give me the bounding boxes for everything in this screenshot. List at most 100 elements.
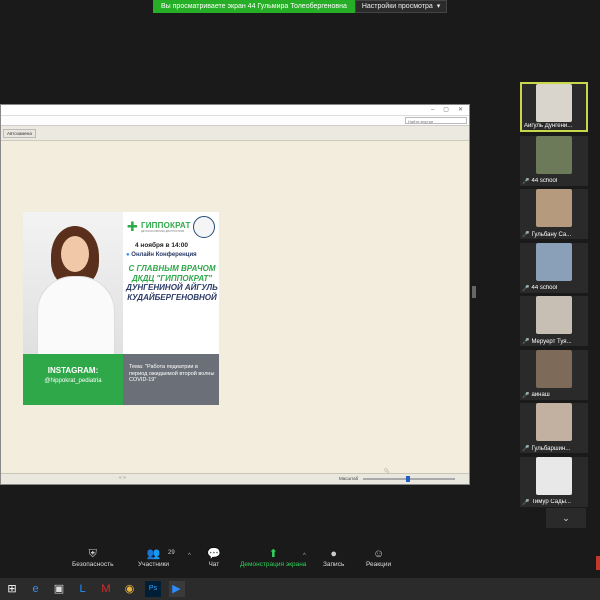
meeting-toolbar: ⛨ Безопасность 👥 29 Участники ^ 💬 Чат ⬆ … — [0, 540, 600, 578]
page-nav-arrows[interactable]: « » — [119, 475, 126, 481]
reactions-button[interactable]: ☺ Реакции — [366, 548, 391, 568]
participant-label: 🎤 44 school — [522, 285, 557, 292]
share-caret-icon[interactable]: ^ — [303, 553, 306, 559]
chrome-icon[interactable]: ◉ — [122, 581, 138, 597]
mic-muted-icon: 🎤 — [522, 499, 530, 506]
participant-video — [536, 349, 572, 388]
record-label: Запись — [323, 561, 345, 568]
event-type: ● Онлайн Конференция — [126, 252, 197, 258]
photo-face — [61, 236, 89, 272]
autocorrect-button[interactable]: Автозамена — [3, 129, 36, 138]
ribbon-search-input[interactable]: Найти внутри — [405, 117, 467, 124]
mic-muted-icon: 🎤 — [522, 392, 530, 399]
participant-label: Айгуль Дунгени... — [524, 123, 572, 129]
ribbon-subbar: Автозамена — [1, 126, 469, 141]
mic-muted-icon: 🎤 — [522, 232, 530, 238]
zoom-icon[interactable]: ▶ — [168, 581, 185, 597]
participant-video — [536, 135, 572, 174]
participant-name: Тимур Сады... — [531, 499, 571, 505]
instagram-handle: @hippokrat_pediatria — [44, 378, 102, 384]
share-screen-button[interactable]: ⬆ Демонстрация экрана — [240, 548, 306, 568]
participant-video — [536, 296, 572, 334]
minimize-icon[interactable]: – — [431, 105, 434, 115]
mouse-cursor-icon: ↖ — [384, 468, 390, 475]
mic-muted-icon: 🎤 — [522, 339, 530, 345]
participant-label: 🎤 Тимур Сады... — [522, 499, 571, 506]
chat-button[interactable]: 💬 Чат — [207, 548, 221, 568]
participant-tile[interactable]: 🎤 Гульбану Са... — [520, 189, 588, 239]
shield-icon: ⛨ — [88, 548, 97, 560]
zoom-logo-icon: ● — [126, 252, 130, 258]
participants-caret-icon[interactable]: ^ — [188, 553, 191, 559]
participant-tile[interactable]: 🎤 Тимур Сады... — [520, 456, 588, 507]
record-button[interactable]: ● Запись — [323, 548, 344, 568]
participant-name: айнаш — [531, 392, 550, 398]
participant-label: 🎤 Гульбану Са... — [522, 231, 571, 239]
participant-name: Айгуль Дунгени... — [524, 123, 573, 129]
participant-video — [536, 456, 572, 495]
zoom-slider[interactable] — [363, 476, 455, 482]
participant-video — [536, 84, 572, 122]
participant-label: 🎤 Гульбаршин... — [522, 445, 571, 453]
participant-tile[interactable]: 🎤 44 school — [520, 135, 588, 186]
notification-edge — [596, 556, 600, 570]
instagram-block: INSTAGRAM: @hippokrat_pediatria — [23, 354, 123, 405]
participant-name: 44 school — [531, 178, 558, 184]
photoshop-icon[interactable]: Ps — [145, 581, 161, 597]
participant-label: 🎤 Меруерт Туя... — [522, 338, 572, 346]
shared-screen-window: – ▢ ✕ Найти внутри Автозамена ✚ ГИППОКРА… — [0, 104, 470, 485]
participant-tile[interactable]: 🎤 Гульбаршин... — [520, 403, 588, 453]
ribbon-bar: Найти внутри — [1, 116, 469, 126]
brand-name: ГИППОКРАТ — [141, 221, 191, 230]
participants-count: 29 — [168, 550, 175, 556]
participant-name: Гульбаршин... — [531, 445, 571, 452]
chat-bubble-icon: 💬 — [207, 548, 221, 560]
participants-button[interactable]: 👥 29 Участники — [138, 548, 175, 568]
close-icon[interactable]: ✕ — [458, 105, 463, 115]
scroll-down-button[interactable]: ⌄ — [546, 508, 586, 528]
participant-video — [536, 403, 572, 441]
participant-tile[interactable]: 🎤 Меруерт Туя... — [520, 296, 588, 346]
participant-label: 🎤 айнаш — [522, 392, 550, 399]
share-banner: Вы просматриваете экран 44 Гульмира Толе… — [153, 0, 448, 13]
mic-muted-icon: 🎤 — [522, 446, 530, 452]
participant-video — [536, 242, 572, 281]
zoom-slider-knob[interactable] — [406, 476, 411, 482]
maximize-icon[interactable]: ▢ — [443, 105, 449, 115]
lync-icon[interactable]: L — [75, 581, 91, 597]
edge-icon[interactable]: e — [28, 581, 44, 597]
poster-headline: С ГЛАВНЫМ ВРАЧОМ ДКДЦ "ГИППОКРАТ" ДУНГЕН… — [125, 264, 219, 302]
status-bar: « » Масштаб — [1, 473, 469, 484]
hippokrat-logo: ✚ ГИППОКРАТ ДЕТСКАЯ КЛИНИКА ДИАГНОСТИКИ — [125, 216, 217, 238]
windows-logo-icon[interactable]: ⊞ — [4, 581, 20, 597]
brand-tagline: ДЕТСКАЯ КЛИНИКА ДИАГНОСТИКИ — [141, 230, 185, 233]
participant-tile[interactable]: 🎤 44 school — [520, 242, 588, 293]
event-date: 4 ноября в 14:00 — [135, 242, 188, 249]
store-icon[interactable]: ▣ — [51, 581, 67, 597]
split-drag-handle[interactable] — [472, 286, 476, 298]
smiley-icon: ☺ — [372, 548, 385, 560]
chevron-down-icon: ▾ — [436, 3, 441, 10]
security-button[interactable]: ⛨ Безопасность — [72, 548, 113, 568]
window-titlebar: – ▢ ✕ — [1, 105, 469, 116]
reactions-label: Реакции — [366, 561, 392, 568]
share-screen-icon: ⬆ — [268, 548, 278, 560]
event-type-label: Онлайн Конференция — [131, 252, 197, 258]
doctor-photo — [23, 212, 123, 358]
chevron-down-icon: ⌄ — [562, 513, 570, 523]
headline-blue: ДУНГЕНИНОЙ АЙГУЛЬ КУДАЙБЕРГЕНОВНОЙ — [126, 283, 218, 302]
participant-tile[interactable]: 🎤 айнаш — [520, 349, 588, 400]
record-icon: ● — [330, 548, 337, 560]
mcafee-icon[interactable]: M — [98, 581, 114, 597]
security-label: Безопасность — [72, 561, 114, 568]
people-icon: 👥 — [146, 548, 161, 560]
participant-name: 44 school — [531, 285, 558, 291]
mic-muted-icon: 🎤 — [522, 178, 530, 185]
participant-tile[interactable]: Айгуль Дунгени... — [520, 82, 588, 132]
medical-cross-icon: ✚ — [127, 219, 138, 234]
participant-label: 🎤 44 school — [522, 178, 557, 185]
conference-poster: ✚ ГИППОКРАТ ДЕТСКАЯ КЛИНИКА ДИАГНОСТИКИ … — [23, 212, 219, 405]
share-banner-message: Вы просматриваете экран 44 Гульмира Толе… — [153, 0, 355, 13]
view-options-button[interactable]: Настройки просмотра ▾ — [354, 0, 448, 13]
chat-label: Чат — [208, 561, 220, 568]
